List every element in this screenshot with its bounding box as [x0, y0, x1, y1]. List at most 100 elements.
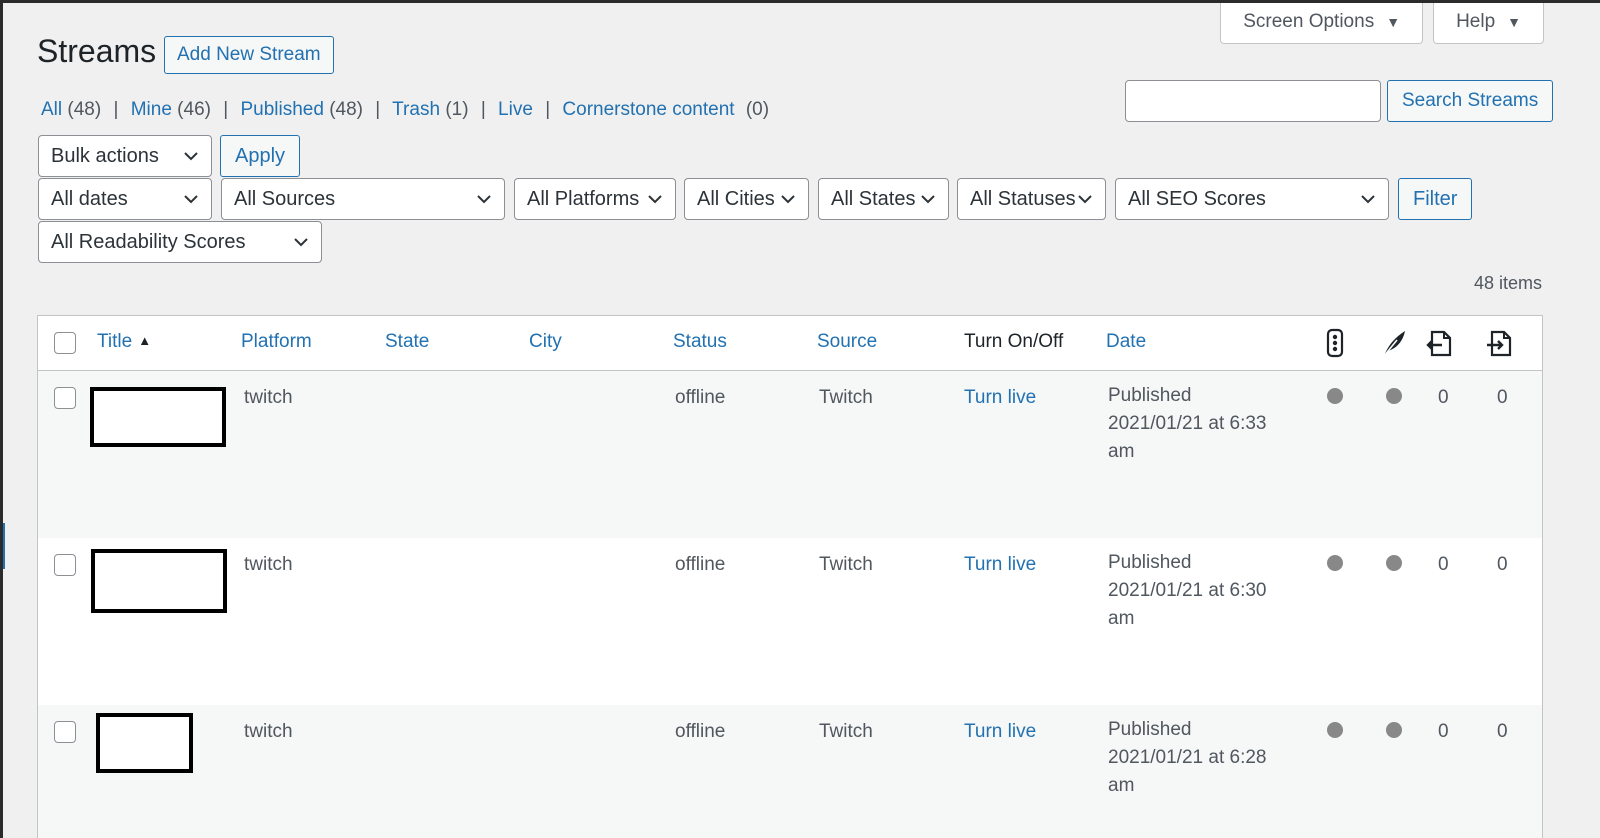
readability-filter-select[interactable]: All Readability Scores	[38, 221, 322, 263]
incoming-links-count: 0	[1497, 721, 1508, 742]
column-source[interactable]: Source	[817, 331, 877, 353]
view-trash-link[interactable]: Trash	[392, 99, 440, 120]
column-turn-on-off: Turn On/Off	[964, 331, 1064, 352]
date-status: Published	[1108, 719, 1192, 740]
readability-feather-icon	[1383, 331, 1405, 357]
state-filter-select[interactable]: All States	[818, 178, 949, 220]
search-input[interactable]	[1125, 80, 1381, 122]
table-header: Title ▲ Platform State City Status Source…	[38, 316, 1542, 371]
column-state[interactable]: State	[385, 331, 429, 353]
turn-live-link[interactable]: Turn live	[964, 554, 1036, 576]
platform-cell: twitch	[244, 554, 293, 575]
column-platform[interactable]: Platform	[241, 331, 312, 353]
chevron-down-icon	[1361, 195, 1375, 204]
row-checkbox[interactable]	[54, 721, 76, 743]
view-all-link[interactable]: All	[41, 99, 62, 120]
view-all-count: (48)	[67, 99, 102, 120]
turn-live-link[interactable]: Turn live	[964, 721, 1036, 743]
table-row: twitch offline Twitch Turn live Publishe…	[38, 371, 1542, 538]
seo-score-filter-select[interactable]: All SEO Scores	[1115, 178, 1389, 220]
column-city[interactable]: City	[529, 331, 562, 353]
add-new-stream-button[interactable]: Add New Stream	[164, 36, 334, 74]
date-cell: Published 2021/01/21 at 6:33 am	[1108, 382, 1278, 466]
platform-filter-label: All Platforms	[527, 187, 640, 210]
internal-links-count: 0	[1438, 721, 1449, 742]
readability-filter-label: All Readability Scores	[51, 230, 246, 253]
readability-score-dot	[1386, 555, 1402, 571]
status-cell: offline	[675, 554, 726, 575]
redacted-title[interactable]	[91, 549, 227, 613]
view-live-link[interactable]: Live	[498, 99, 533, 120]
internal-links-icon	[1426, 330, 1452, 357]
date-filter-select[interactable]: All dates	[38, 178, 212, 220]
date-filter-label: All dates	[51, 187, 128, 210]
turn-live-link[interactable]: Turn live	[964, 387, 1036, 409]
help-button[interactable]: Help ▼	[1433, 3, 1544, 44]
view-cornerstone-count: (0)	[745, 99, 770, 120]
select-all-checkbox[interactable]	[54, 332, 76, 354]
source-cell: Twitch	[819, 721, 873, 742]
view-cornerstone-link[interactable]: Cornerstone content	[562, 99, 734, 120]
status-filter-select[interactable]: All Statuses	[957, 178, 1106, 220]
caret-down-icon: ▼	[1507, 13, 1521, 30]
seo-score-dot	[1327, 722, 1343, 738]
platform-filter-select[interactable]: All Platforms	[514, 178, 676, 220]
view-published-link[interactable]: Published	[240, 99, 323, 120]
platform-cell: twitch	[244, 387, 293, 408]
platform-cell: twitch	[244, 721, 293, 742]
status-filter-label: All Statuses	[970, 187, 1076, 210]
chevron-down-icon	[781, 195, 795, 204]
date-value: 2021/01/21 at 6:33 am	[1108, 413, 1267, 462]
search-streams-button[interactable]: Search Streams	[1387, 80, 1554, 122]
streams-table: Title ▲ Platform State City Status Source…	[37, 315, 1543, 838]
chevron-down-icon	[921, 195, 935, 204]
column-title[interactable]: Title ▲	[97, 331, 151, 353]
seo-score-filter-label: All SEO Scores	[1128, 187, 1266, 210]
caret-down-icon: ▼	[1386, 13, 1401, 30]
date-status: Published	[1108, 385, 1192, 406]
column-title-label: Title	[97, 331, 133, 352]
incoming-links-icon	[1487, 330, 1512, 357]
date-status: Published	[1108, 552, 1192, 573]
sort-ascending-icon: ▲	[138, 333, 152, 348]
row-checkbox[interactable]	[54, 387, 76, 409]
chevron-down-icon	[184, 195, 198, 204]
column-date[interactable]: Date	[1106, 331, 1146, 353]
view-filter-links: All (48) | Mine (46) | Published (48) | …	[41, 99, 769, 121]
row-checkbox[interactable]	[54, 554, 76, 576]
separator: |	[480, 99, 486, 120]
admin-page: Screen Options ▼ Help ▼ Streams Add New …	[3, 3, 1600, 838]
internal-links-count: 0	[1438, 387, 1449, 408]
source-filter-select[interactable]: All Sources	[221, 178, 505, 220]
separator: |	[223, 99, 229, 120]
city-filter-select[interactable]: All Cities	[684, 178, 809, 220]
source-filter-label: All Sources	[234, 187, 336, 210]
separator: |	[113, 99, 119, 120]
bulk-actions-label: Bulk actions	[51, 144, 159, 167]
column-status[interactable]: Status	[673, 331, 727, 353]
bulk-actions-select[interactable]: Bulk actions	[38, 135, 212, 177]
redacted-title[interactable]	[90, 387, 226, 447]
view-trash-count: (1)	[445, 99, 469, 120]
separator: |	[375, 99, 381, 120]
help-label: Help	[1456, 10, 1496, 32]
items-count: 48 items	[1473, 273, 1542, 293]
screen-options-button[interactable]: Screen Options ▼	[1220, 3, 1424, 44]
incoming-links-count: 0	[1497, 554, 1508, 575]
internal-links-count: 0	[1438, 554, 1449, 575]
incoming-links-count: 0	[1497, 387, 1508, 408]
readability-score-dot	[1386, 722, 1402, 738]
apply-button[interactable]: Apply	[220, 135, 301, 177]
separator: |	[545, 99, 551, 120]
redacted-title[interactable]	[96, 713, 193, 773]
source-cell: Twitch	[819, 387, 873, 408]
view-published-count: (48)	[329, 99, 363, 120]
status-cell: offline	[675, 387, 726, 408]
view-mine-link[interactable]: Mine	[131, 99, 172, 120]
view-mine-count: (46)	[177, 99, 211, 120]
date-value: 2021/01/21 at 6:28 am	[1108, 747, 1267, 796]
table-row: twitch offline Twitch Turn live Publishe…	[38, 705, 1542, 838]
date-cell: Published 2021/01/21 at 6:28 am	[1108, 716, 1278, 800]
status-cell: offline	[675, 721, 726, 742]
filter-button[interactable]: Filter	[1398, 178, 1473, 220]
